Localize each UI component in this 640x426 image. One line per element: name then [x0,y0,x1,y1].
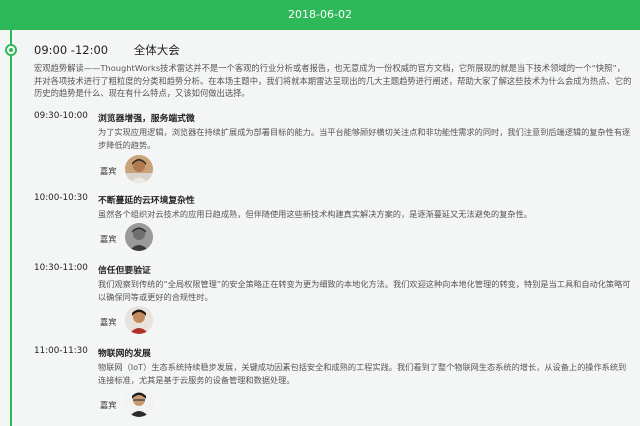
talk-description: 物联网（IoT）生态系统持续稳步发展，关键成功因素包括安全和成熟的工程实践。我们… [98,362,627,385]
talk-time: 11:00-11:30 [34,346,88,356]
speaker-avatar[interactable] [125,389,153,417]
timeline-line [10,30,12,426]
guest-label: 嘉宾 [100,400,117,410]
speaker-avatar[interactable] [125,223,153,251]
talk-title: 信任但要验证 [98,266,151,276]
guest-label: 嘉宾 [100,166,117,176]
speaker-avatar[interactable] [125,306,153,334]
session-header: 09:00 -12:00 全体大会 [34,42,180,58]
talk-title: 物联网的发展 [98,349,151,359]
guest-label: 嘉宾 [100,234,117,244]
session-time: 09:00 -12:00 [34,43,109,57]
guest-label: 嘉宾 [100,317,117,327]
talk-title: 不断蔓延的云环境复杂性 [98,196,195,206]
talk-time: 10:00-10:30 [34,193,88,203]
date-header: 2018-06-02 [0,0,640,30]
speaker-avatar[interactable] [125,155,153,183]
session-title: 全体大会 [133,43,180,57]
talk-title: 浏览器增强，服务端式微 [98,114,195,124]
session-description: 宏观趋势解读——ThoughtWorks技术雷达并不是一个客观的行业分析或者报告… [34,63,632,99]
timeline-dot [5,44,17,56]
talk-time: 09:30-10:00 [34,111,88,121]
talk-description: 我们观察到传统的“全局权限管理”的安全策略正在转变为更为细致的本地化方法。我们欢… [98,279,631,302]
talk-description: 虽然各个组织对云技术的应用日趋成熟，但伴随使用这些新技术构建真实解决方案的，是逐… [98,209,532,219]
talk-time: 10:30-11:00 [34,263,88,273]
talk-description: 为了实现应用逻辑，浏览器在持续扩展成为部署目标的能力。当平台能够顾好横切关注点和… [98,127,631,150]
